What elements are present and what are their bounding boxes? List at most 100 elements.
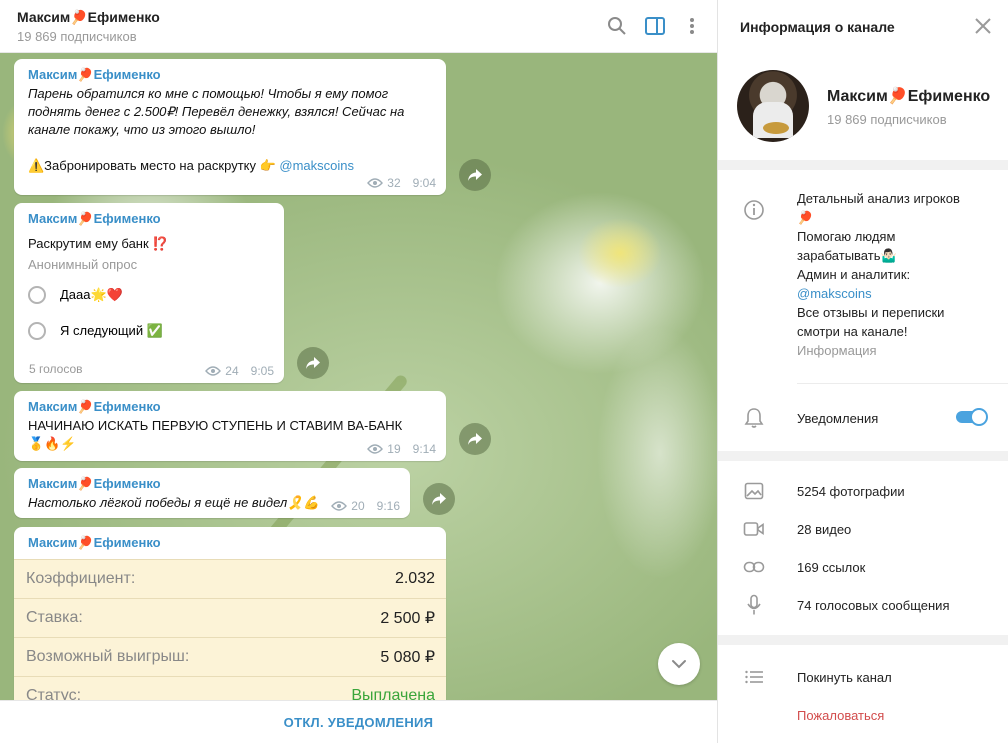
message-time: 9:05 xyxy=(250,364,274,378)
share-icon[interactable] xyxy=(423,483,455,515)
toggle-knob xyxy=(970,408,988,426)
photo-icon xyxy=(742,479,766,503)
bet-label: Коэффициент: xyxy=(26,570,136,587)
description-line: Детальный анализ игроков xyxy=(797,191,960,206)
poll-type: Анонимный опрос xyxy=(28,257,138,272)
bet-label: Ставка: xyxy=(26,609,83,626)
poll-votes: 5 голосов xyxy=(29,362,83,376)
message-author[interactable]: Максим🏓Ефименко xyxy=(28,67,434,83)
message-text: Парень обратился ко мне с помощью! Чтобы… xyxy=(28,86,405,137)
message-time: 9:14 xyxy=(412,442,436,456)
media-voice[interactable]: 74 голосовых сообщения xyxy=(797,598,949,613)
message-meta: 20 9:16 xyxy=(331,499,400,513)
message-author[interactable]: Максим🏓Ефименко xyxy=(28,535,434,551)
bet-value: 2.032 xyxy=(394,570,435,587)
search-icon[interactable] xyxy=(605,14,629,38)
message-bubble[interactable]: Максим🏓Ефименко Настолько лёгкой победы … xyxy=(14,468,410,518)
bet-row-coefficient: Коэффициент: 2.032 xyxy=(14,559,446,598)
notifications-toggle[interactable] xyxy=(956,408,988,426)
close-icon[interactable] xyxy=(973,16,993,36)
bet-value: 5 080 ₽ xyxy=(380,649,435,666)
message-bubble[interactable]: Максим🏓Ефименко Парень обратился ко мне … xyxy=(14,59,446,195)
media-photos[interactable]: 5254 фотографии xyxy=(797,484,905,499)
poll-option-label: Дааа🌟❤️ xyxy=(60,287,123,302)
message-time: 9:16 xyxy=(376,499,400,513)
media-links[interactable]: 169 ссылок xyxy=(797,560,865,575)
description-line: 🏓 xyxy=(797,210,814,225)
share-icon[interactable] xyxy=(297,347,329,379)
scroll-down-button[interactable] xyxy=(658,643,700,685)
views-count: 24 xyxy=(225,364,239,378)
leave-channel-button[interactable]: Покинуть канал xyxy=(797,670,892,685)
bet-row-possible-win: Возможный выигрыш: 5 080 ₽ xyxy=(14,637,446,676)
panel-media-section: 5254 фотографии 28 видео 169 ссылок 74 г… xyxy=(718,461,1008,635)
panel-actions-section: Покинуть канал Пожаловаться xyxy=(718,645,1008,743)
info-icon xyxy=(742,198,766,222)
bet-row-stake: Ставка: 2 500 ₽ xyxy=(14,598,446,637)
radio-button[interactable] xyxy=(28,322,46,340)
description-label: Информация xyxy=(797,343,877,358)
views-icon xyxy=(367,178,384,188)
views-count: 32 xyxy=(387,176,401,190)
message-author[interactable]: Максим🏓Ефименко xyxy=(28,476,398,492)
promo-link[interactable]: @makscoins xyxy=(279,158,354,173)
channel-info-panel: Информация о канале Максим🏓Ефименко 19 8… xyxy=(717,0,1008,743)
poll-question: Раскрутим ему банк ⁉️ xyxy=(28,236,169,251)
views-icon xyxy=(331,501,348,511)
admin-link[interactable]: @makscoins xyxy=(797,284,997,303)
bet-card-bubble[interactable]: Максим🏓Ефименко Коэффициент: 2.032 Ставк… xyxy=(14,527,446,700)
message-author[interactable]: Максим🏓Ефименко xyxy=(28,211,272,227)
bet-value: 2 500 ₽ xyxy=(380,610,435,627)
channel-description: Детальный анализ игроков 🏓 Помогаю людям… xyxy=(797,189,997,360)
bet-label: Возможный выигрыш: xyxy=(26,648,190,665)
sidebar-toggle-icon[interactable] xyxy=(643,14,667,38)
more-options-icon[interactable] xyxy=(680,14,704,38)
chevron-down-icon xyxy=(672,660,686,669)
bet-row-status: Статус: Выплачена xyxy=(14,676,446,700)
poll-option[interactable]: Я следующий ✅ xyxy=(28,322,272,340)
media-videos[interactable]: 28 видео xyxy=(797,522,851,537)
message-bubble[interactable]: Максим🏓Ефименко НАЧИНАЮ ИСКАТЬ ПЕРВУЮ СТ… xyxy=(14,391,446,461)
share-icon[interactable] xyxy=(459,423,491,455)
mute-notifications-button[interactable]: ОТКЛ. УВЕДОМЛЕНИЯ xyxy=(284,715,434,730)
channel-subscribers: 19 869 подписчиков xyxy=(827,112,947,127)
channel-name: Максим🏓Ефименко xyxy=(827,88,991,105)
message-author[interactable]: Максим🏓Ефименко xyxy=(28,399,434,415)
divider xyxy=(797,383,1008,384)
views-icon xyxy=(205,366,222,376)
views-count: 20 xyxy=(351,499,365,513)
chat-area: Максим🏓Ефименко 19 869 подписчиков Макси… xyxy=(0,0,717,743)
link-icon xyxy=(742,555,766,579)
promo-text: ⚠️Забронировать место на раскрутку 👉 xyxy=(28,158,280,173)
notifications-label: Уведомления xyxy=(797,411,879,426)
description-line: Все отзывы и переписки xyxy=(797,305,945,320)
video-icon xyxy=(742,517,766,541)
message-meta: 32 9:04 xyxy=(367,176,436,190)
report-button[interactable]: Пожаловаться xyxy=(797,708,884,723)
avatar-plate xyxy=(763,122,789,134)
bet-table: Коэффициент: 2.032 Ставка: 2 500 ₽ Возмо… xyxy=(14,559,446,700)
description-line: Помогаю людям xyxy=(797,229,896,244)
radio-button[interactable] xyxy=(28,286,46,304)
share-icon[interactable] xyxy=(459,159,491,191)
message-meta: 19 9:14 xyxy=(367,442,436,456)
chat-header[interactable]: Максим🏓Ефименко 19 869 подписчиков xyxy=(0,0,717,53)
bet-status-value: Выплачена xyxy=(351,687,435,700)
chat-subscribers: 19 869 подписчиков xyxy=(17,29,137,44)
message-promo: ⚠️Забронировать место на раскрутку 👉 @ma… xyxy=(28,157,434,175)
microphone-icon xyxy=(742,593,766,617)
poll-option[interactable]: Дааа🌟❤️ xyxy=(28,286,272,304)
list-icon xyxy=(742,665,766,689)
bet-label: Статус: xyxy=(26,687,82,700)
message-time: 9:04 xyxy=(412,176,436,190)
poll-bubble[interactable]: Максим🏓Ефименко Раскрутим ему банк ⁉️ Ан… xyxy=(14,203,284,383)
message-text: НАЧИНАЮ ИСКАТЬ ПЕРВУЮ СТУПЕНЬ И СТАВИМ В… xyxy=(28,418,403,451)
panel-profile-section: Информация о канале Максим🏓Ефименко 19 8… xyxy=(718,0,1008,160)
views-icon xyxy=(367,444,384,454)
message-meta: 24 9:05 xyxy=(205,364,274,378)
chat-title[interactable]: Максим🏓Ефименко xyxy=(17,9,160,26)
bell-icon xyxy=(742,406,766,430)
poll-option-label: Я следующий ✅ xyxy=(60,323,163,338)
avatar[interactable] xyxy=(737,70,809,142)
description-line: Админ и аналитик: xyxy=(797,267,911,282)
